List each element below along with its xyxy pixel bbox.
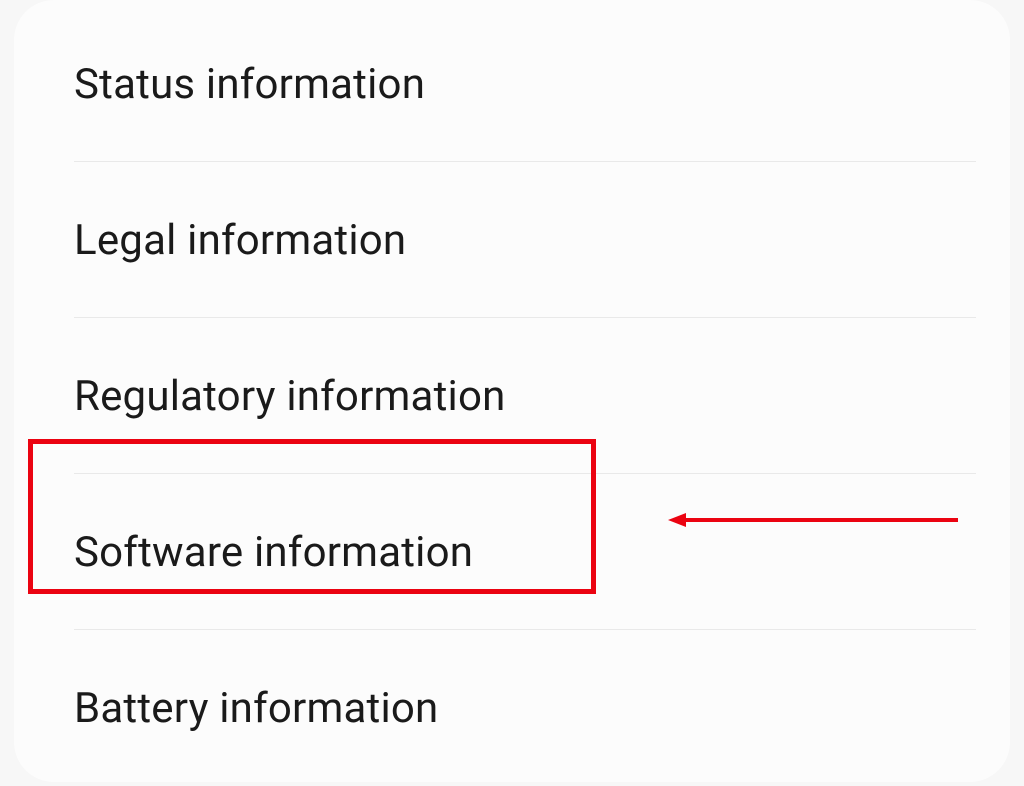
list-item-label: Regulatory information bbox=[74, 372, 506, 421]
list-item-label: Status information bbox=[74, 60, 425, 109]
list-item-status-information[interactable]: Status information bbox=[14, 6, 1010, 162]
settings-card: Status information Legal information Reg… bbox=[14, 0, 1010, 782]
list-item-legal-information[interactable]: Legal information bbox=[14, 162, 1010, 318]
settings-list: Status information Legal information Reg… bbox=[14, 0, 1010, 786]
list-item-software-information[interactable]: Software information bbox=[14, 474, 1010, 630]
list-item-label: Battery information bbox=[74, 684, 438, 733]
list-item-label: Software information bbox=[74, 528, 473, 577]
list-item-label: Legal information bbox=[74, 216, 406, 265]
list-item-battery-information[interactable]: Battery information bbox=[14, 630, 1010, 786]
list-item-regulatory-information[interactable]: Regulatory information bbox=[14, 318, 1010, 474]
